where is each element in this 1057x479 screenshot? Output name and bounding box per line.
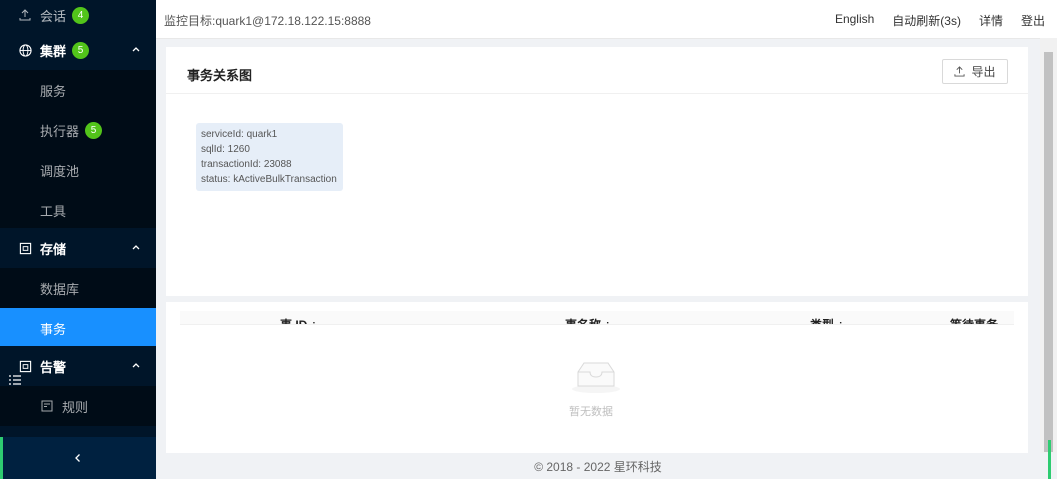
sidebar-item-session[interactable]: 会话 4	[0, 0, 156, 30]
top-header: 监控目标:quark1@172.18.122.15:8888 English 自…	[156, 0, 1057, 39]
sidebar-item-label: 规则	[62, 399, 89, 415]
column-header-transaction-id[interactable]: 事 ID ÷	[280, 316, 317, 324]
column-header-type[interactable]: 类型 ÷	[810, 316, 844, 324]
sidebar-group-label: 集群	[40, 43, 67, 59]
sidebar-group-storage[interactable]: 存储	[0, 228, 156, 268]
sidebar-item-executor[interactable]: 执行器 5	[0, 110, 156, 150]
sidebar-group-alert[interactable]: 告警	[0, 346, 156, 386]
auto-refresh-link[interactable]: 自动刷新(3s)	[892, 12, 961, 29]
rules-icon	[40, 399, 54, 413]
node-status: status: kActiveBulkTransaction	[201, 174, 337, 185]
sidebar-item-label: 会话	[40, 8, 67, 24]
details-link[interactable]: 详情	[979, 12, 1003, 29]
sidebar-collapse-button[interactable]	[0, 437, 156, 479]
footer: © 2018 - 2022 星环科技	[534, 459, 662, 474]
chevron-up-icon	[132, 47, 140, 52]
vertical-scrollbar[interactable]	[1040, 38, 1057, 453]
monitor-target: 监控目标:quark1@172.18.122.15:8888	[164, 14, 371, 28]
globe-icon	[18, 43, 32, 57]
card-header: 事务关系图 导出	[166, 47, 1028, 94]
transaction-graph-node[interactable]: serviceId: quark1 sqlId: 1260 transactio…	[196, 123, 343, 191]
transaction-graph-card: 事务关系图 导出 serviceId: quark1 sqlId: 1260 t…	[166, 47, 1028, 296]
node-transaction-id: transactionId: 23088	[201, 159, 292, 170]
empty-inbox-icon	[572, 362, 620, 393]
sidebar-item-label: 数据库	[40, 281, 80, 297]
list-icon[interactable]	[8, 373, 22, 387]
sidebar-item-transaction[interactable]: 事务	[0, 308, 156, 348]
sidebar-item-tools[interactable]: 工具	[0, 190, 156, 230]
upload-icon	[18, 8, 32, 22]
language-toggle-link[interactable]: English	[835, 12, 874, 29]
session-count-badge: 4	[72, 6, 90, 24]
export-icon	[954, 66, 966, 77]
logout-link[interactable]: 登出	[1021, 12, 1045, 29]
chevron-up-icon	[132, 363, 140, 368]
alert-icon	[18, 359, 32, 373]
scrollbar-thumb[interactable]	[1044, 52, 1053, 452]
card-title: 事务关系图	[187, 68, 253, 83]
sidebar-item-scheduler[interactable]: 调度池	[0, 150, 156, 190]
column-header-waiting-transaction[interactable]: 等待事务	[950, 316, 998, 324]
sidebar-item-label: 调度池	[40, 163, 80, 179]
executor-count-badge: 5	[85, 121, 103, 139]
column-header-transaction-name[interactable]: 事名称 ÷	[565, 316, 611, 324]
export-button[interactable]: 导出	[942, 59, 1008, 84]
chevron-left-icon	[75, 454, 80, 462]
sidebar-item-database[interactable]: 数据库	[0, 268, 156, 308]
table-header: 事 ID ÷ 事名称 ÷ 类型 ÷ 等待事务	[180, 311, 1014, 325]
sidebar-item-label: 服务	[40, 83, 67, 99]
status-indicator-bar	[0, 437, 3, 479]
node-service-id: serviceId: quark1	[201, 129, 278, 140]
status-indicator-bar-right	[1048, 440, 1051, 479]
empty-text: 暂无数据	[569, 406, 613, 418]
empty-state: 暂无数据	[566, 358, 626, 419]
sidebar-item-rules[interactable]: 规则	[0, 386, 156, 426]
sidebar-item-label: 工具	[40, 203, 67, 219]
transaction-table-card: 事 ID ÷ 事名称 ÷ 类型 ÷ 等待事务 暂无数据	[166, 302, 1028, 453]
sidebar-item-service[interactable]: 服务	[0, 70, 156, 110]
sidebar-group-label: 存储	[40, 241, 67, 257]
storage-icon	[18, 241, 32, 255]
export-label: 导出	[971, 65, 996, 79]
sidebar-group-cluster[interactable]: 集群 5	[0, 30, 156, 70]
node-sql-id: sqlId: 1260	[201, 144, 250, 155]
sidebar-group-label: 告警	[40, 359, 67, 375]
cluster-count-badge: 5	[72, 41, 90, 59]
chevron-up-icon	[132, 245, 140, 250]
sidebar-item-label: 执行器	[40, 123, 80, 139]
sidebar-item-label: 事务	[40, 321, 67, 337]
sidebar: 会话 4 集群 5 服务 执行器 5 调度池 工具 存储 数据库 事务 告警 规…	[0, 0, 156, 479]
